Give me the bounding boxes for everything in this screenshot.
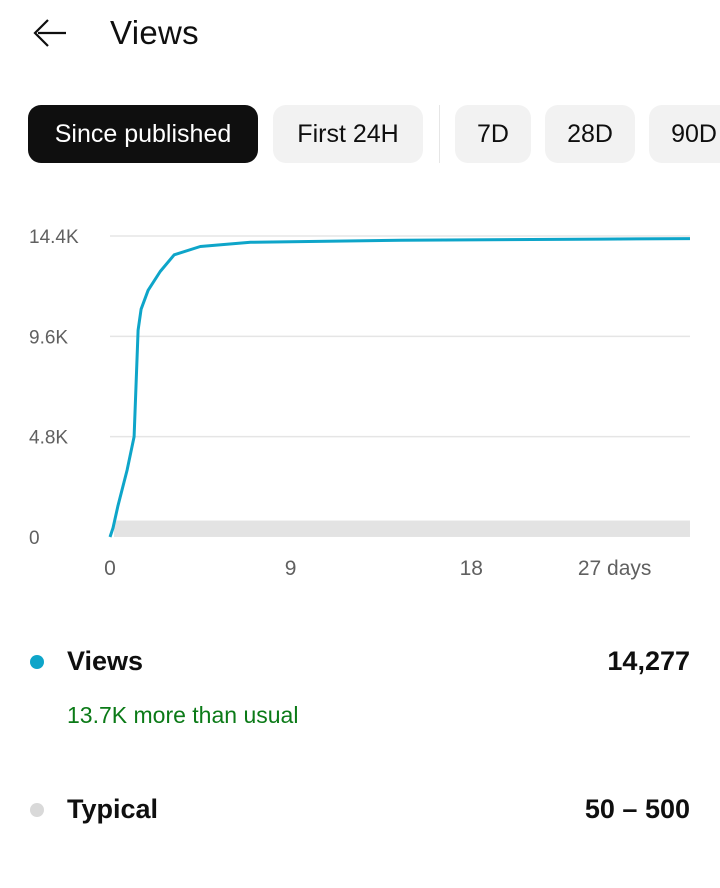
header: Views — [0, 0, 720, 72]
legend-typical-value: 50 – 500 — [584, 794, 690, 824]
x-tick-label: 27 days — [578, 557, 652, 580]
chip-since-published[interactable]: Since published — [28, 105, 258, 163]
typical-band — [114, 520, 690, 537]
legend-typical: Typical 50 – 500 — [0, 788, 720, 838]
y-tick-label: 14.4K — [29, 227, 79, 248]
x-axis-labels: 0 9 18 27 days — [104, 557, 651, 580]
y-axis-labels: 0 4.8K 9.6K 14.4K — [29, 227, 79, 549]
chip-divider — [439, 105, 440, 163]
page-title: Views — [110, 14, 199, 51]
legend-views-note: 13.7K more than usual — [67, 702, 299, 728]
chip-28d[interactable]: 28D — [545, 105, 635, 163]
date-range-filters: Since published First 24H 7D 28D 90D — [28, 105, 720, 163]
back-button[interactable] — [30, 14, 70, 54]
y-tick-label: 9.6K — [29, 327, 68, 348]
views-line — [108, 237, 691, 538]
y-tick-label: 4.8K — [29, 428, 68, 449]
x-tick-label: 0 — [104, 557, 116, 580]
chip-first-24h[interactable]: First 24H — [273, 105, 423, 163]
views-chart: 0 4.8K 9.6K 14.4K 0 9 18 27 days — [0, 200, 720, 600]
legend-views-value: 14,277 — [607, 646, 690, 676]
views-dot-icon — [30, 655, 44, 669]
x-tick-label: 9 — [285, 557, 297, 580]
legend-views: Views 14,277 13.7K more than usual — [0, 640, 720, 750]
chip-7d[interactable]: 7D — [455, 105, 531, 163]
y-tick-label: 0 — [29, 528, 40, 549]
arrow-left-icon — [33, 19, 66, 47]
chart-svg: 0 4.8K 9.6K 14.4K 0 9 18 27 days — [29, 227, 691, 580]
legend-views-label: Views — [67, 646, 144, 676]
typical-dot-icon — [30, 803, 44, 817]
chip-90d[interactable]: 90D — [649, 105, 720, 163]
x-tick-label: 18 — [460, 557, 483, 580]
gridlines — [110, 235, 690, 438]
legend-typical-label: Typical — [67, 794, 159, 824]
